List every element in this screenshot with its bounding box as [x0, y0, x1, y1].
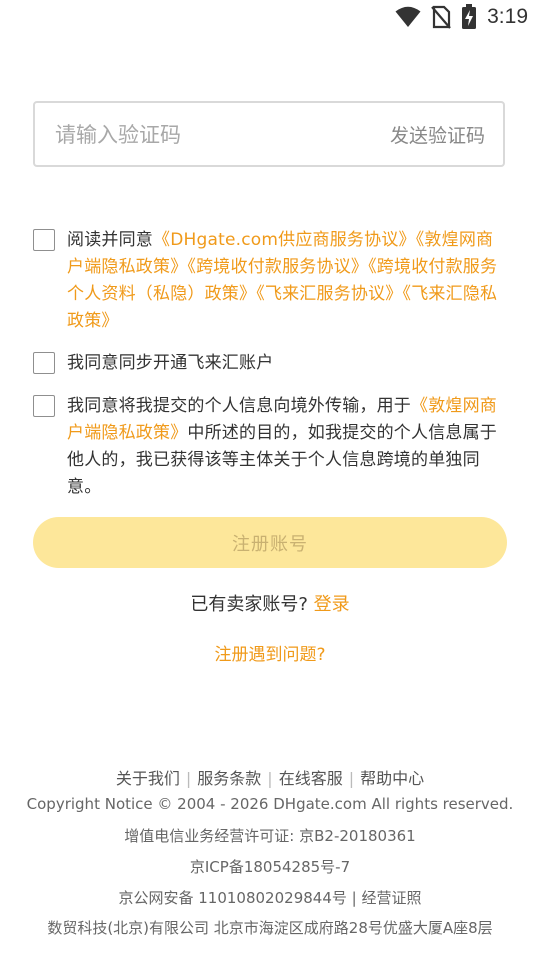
login-prompt-text: 已有卖家账号? — [190, 594, 308, 615]
footer-separator: | — [267, 769, 273, 788]
footer-separator: | — [185, 769, 192, 788]
footer-copyright: Copyright Notice © 2004 - 2026 DHgate.co… — [26, 795, 514, 813]
footer-link-terms[interactable]: 服务条款 — [197, 769, 261, 788]
cross-border-payment-agreement-link[interactable]: 《跨境收付款服务协议》 — [187, 257, 368, 277]
footer-link-about[interactable]: 关于我们 — [116, 769, 180, 788]
agreement-row-3: 我同意将我提交的个人信息向境外传输，用于《敦煌网商户端隐私政策》中所述的目的，如… — [33, 393, 503, 501]
agreement-text-3: 我同意将我提交的个人信息向境外传输，用于《敦煌网商户端隐私政策》中所述的目的，如… — [67, 393, 503, 501]
status-bar: 3:19 — [0, 0, 540, 36]
no-sim-icon — [431, 5, 451, 29]
footer-police[interactable]: 京公网安备 11010802029844号 — [118, 889, 346, 907]
verification-code-input[interactable] — [53, 103, 357, 167]
status-time: 3:19 — [487, 5, 528, 28]
agreement-checkbox-3[interactable] — [33, 395, 55, 417]
registration-problem-link[interactable]: 注册遇到问题? — [214, 645, 325, 665]
footer-police-row: 京公网安备 11010802029844号 | 经营证照 — [0, 887, 540, 908]
agreement-row-1: 阅读并同意《DHgate.com供应商服务协议》《敦煌网商户端隐私政策》《跨境收… — [33, 227, 503, 335]
verification-code-box: 发送验证码 — [33, 101, 505, 167]
login-prompt: 已有卖家账号? 登录 — [0, 590, 540, 616]
agreement-checkbox-2[interactable] — [33, 352, 55, 374]
send-code-button[interactable]: 发送验证码 — [390, 121, 485, 148]
footer-link-help[interactable]: 帮助中心 — [360, 769, 424, 788]
registration-problem-row: 注册遇到问题? — [0, 640, 540, 665]
footer-license: 增值电信业务经营许可证: 京B2-20180361 — [124, 827, 416, 845]
status-icons: 3:19 — [395, 4, 528, 30]
supplier-service-agreement-link[interactable]: 《DHgate.com供应商服务协议》 — [153, 230, 416, 250]
agreement-checkbox-1[interactable] — [33, 229, 55, 251]
agreement-3-prefix: 我同意将我提交的个人信息向境外传输，用于 — [67, 396, 411, 416]
agreement-prefix: 阅读并同意 — [67, 230, 153, 250]
wifi-icon — [395, 6, 421, 27]
footer-company: 数贸科技(北京)有限公司 北京市海淀区成府路28号优盛大厦A座8层 — [47, 919, 493, 937]
footer-icp[interactable]: 京ICP备18054285号-7 — [0, 856, 540, 877]
footer-police-separator: | — [351, 889, 357, 907]
login-link[interactable]: 登录 — [314, 594, 350, 615]
footer-link-support[interactable]: 在线客服 — [279, 769, 343, 788]
agreement-text-2: 我同意同步开通飞来汇账户 — [67, 353, 274, 373]
agreement-text-1: 阅读并同意《DHgate.com供应商服务协议》《敦煌网商户端隐私政策》《跨境收… — [67, 227, 503, 335]
register-button[interactable]: 注册账号 — [33, 517, 507, 568]
battery-charging-icon — [462, 4, 477, 29]
footer-separator: | — [348, 769, 355, 788]
feilaihui-service-agreement-link[interactable]: 《飞来汇服务协议》 — [256, 284, 402, 304]
footer-business-license[interactable]: 经营证照 — [362, 889, 422, 907]
agreement-row-2: 我同意同步开通飞来汇账户 — [33, 350, 503, 377]
footer-links: 关于我们 | 服务条款 | 在线客服 | 帮助中心 — [0, 765, 540, 789]
